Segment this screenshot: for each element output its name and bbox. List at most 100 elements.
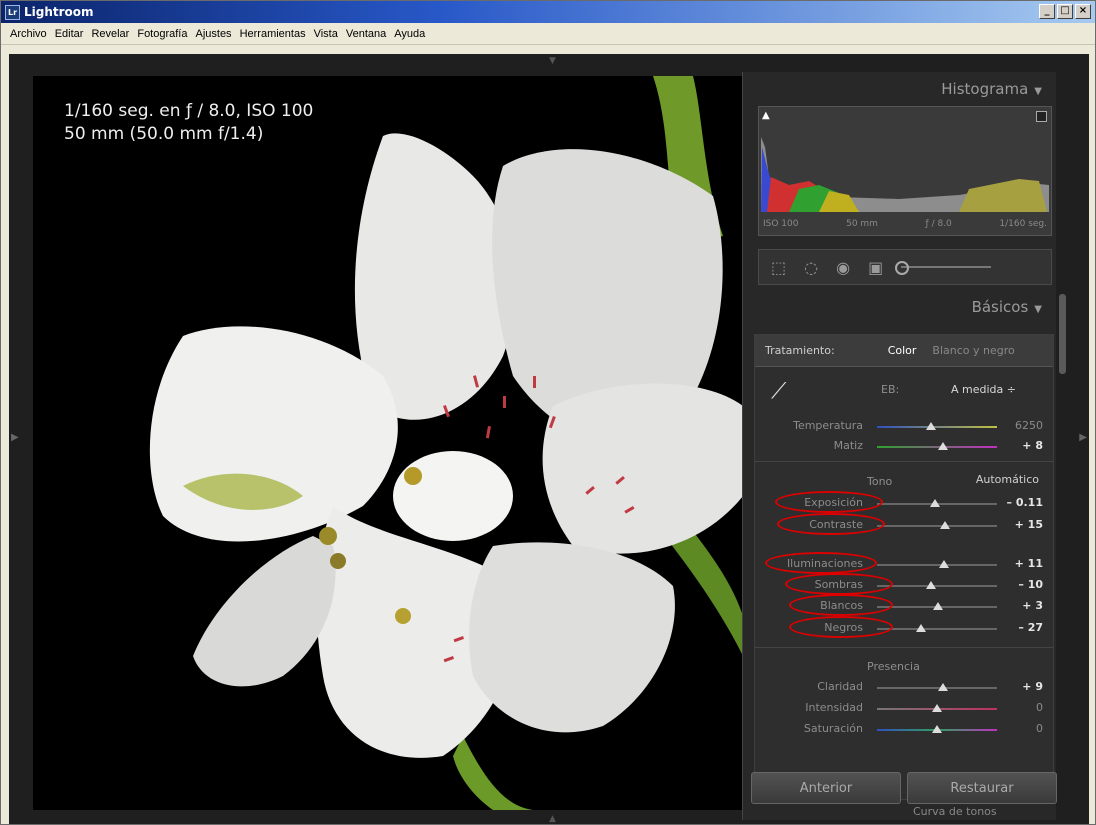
blancos-slider[interactable] [877, 602, 997, 610]
highlight-oval [777, 513, 885, 535]
spot-removal-icon[interactable]: ◌ [804, 258, 818, 277]
eyedropper-icon[interactable]: ⟋ [771, 379, 801, 409]
negros-slider[interactable] [877, 624, 997, 632]
auto-tone-button[interactable]: Automático [976, 473, 1039, 486]
blancos-value[interactable]: + 3 [1022, 599, 1043, 612]
iluminaciones-value[interactable]: + 11 [1015, 557, 1043, 570]
sombras-value[interactable]: – 10 [1018, 578, 1043, 591]
temperatura-label: Temperatura [793, 419, 863, 432]
basic-title: Básicos [971, 298, 1029, 316]
presencia-label: Presencia [867, 660, 920, 673]
contraste-value[interactable]: + 15 [1015, 518, 1043, 531]
right-panel-toggle-icon[interactable]: ▶ [1079, 432, 1087, 443]
basic-header[interactable]: Básicos ▼ [972, 298, 1042, 316]
claridad-knob[interactable] [938, 683, 948, 691]
histogram-header[interactable]: Histograma ▼ [941, 80, 1042, 98]
intensidad-slider[interactable] [877, 704, 997, 712]
contraste-slider[interactable] [877, 521, 997, 529]
saturacion-knob[interactable] [932, 725, 942, 733]
restaurar-button[interactable]: Restaurar [907, 772, 1057, 804]
bottom-panel-toggle-icon[interactable]: ▲ [549, 814, 556, 824]
shadow-clipping-icon[interactable]: ▲ [762, 111, 773, 122]
exif-overlay: 1/160 seg. en ƒ / 8.0, ISO 100 50 mm (50… [64, 100, 313, 146]
treatment-row: Tratamiento: Color Blanco y negro [755, 335, 1053, 367]
maximize-button[interactable]: □ [1057, 4, 1073, 19]
intensidad-label: Intensidad [805, 701, 863, 714]
bottom-buttons: Anterior Restaurar [751, 772, 1057, 804]
photo-preview[interactable]: 1/160 seg. en ƒ / 8.0, ISO 100 50 mm (50… [33, 76, 743, 810]
iluminaciones-knob[interactable] [939, 560, 950, 568]
menu-herramientas[interactable]: Herramientas [236, 28, 310, 40]
collapse-triangle-icon[interactable]: ▼ [1034, 304, 1042, 315]
temperatura-value[interactable]: 6250 [1015, 419, 1043, 432]
histogram-shutter: 1/160 seg. [999, 219, 1047, 229]
develop-workspace: ▼ ▲ ▶ ▶ 1/160 seg. en ƒ / 8.0, ISO 100 5… [9, 54, 1089, 824]
menu-ventana[interactable]: Ventana [342, 28, 390, 40]
menu-ayuda[interactable]: Ayuda [390, 28, 429, 40]
negros-value[interactable]: – 27 [1018, 621, 1043, 634]
tono-label: Tono [867, 475, 893, 488]
highlight-oval [775, 491, 883, 513]
panel-scrollbar[interactable] [1059, 294, 1066, 374]
matiz-knob[interactable] [938, 442, 948, 450]
intensidad-row: Intensidad 0 [755, 699, 1053, 719]
blancos-knob[interactable] [933, 602, 944, 610]
red-eye-icon[interactable]: ◉ [836, 258, 850, 277]
exposicion-knob[interactable] [929, 499, 940, 507]
title-bar[interactable]: Lr Lightroom _ □ × [1, 1, 1095, 23]
exif-exposure-line: 1/160 seg. en ƒ / 8.0, ISO 100 [64, 101, 314, 121]
histogram-info: ISO 100 50 mm ƒ / 8.0 1/160 seg. [763, 219, 1047, 229]
temperatura-slider[interactable] [877, 422, 997, 430]
sombras-slider[interactable] [877, 581, 997, 589]
app-window: Lr Lightroom _ □ × Archivo Editar Revela… [0, 0, 1096, 825]
highlight-oval [789, 616, 893, 638]
sombras-knob[interactable] [926, 581, 936, 589]
treatment-color-button[interactable]: Color [888, 344, 917, 357]
wb-label: EB: [881, 383, 900, 396]
menu-revelar[interactable]: Revelar [87, 28, 133, 40]
exposicion-value[interactable]: – 0.11 [1007, 496, 1043, 509]
histogram-graph [761, 137, 1049, 212]
menu-ajustes[interactable]: Ajustes [191, 28, 235, 40]
highlight-clipping-icon[interactable] [1036, 111, 1047, 122]
anterior-button[interactable]: Anterior [751, 772, 901, 804]
close-button[interactable]: × [1075, 4, 1091, 19]
highlight-oval [789, 594, 893, 616]
temperatura-row: Temperatura 6250 [755, 417, 1053, 437]
collapse-triangle-icon[interactable]: ▼ [1034, 86, 1042, 97]
graduated-filter-icon[interactable]: ▣ [868, 258, 883, 277]
claridad-slider[interactable] [877, 683, 997, 691]
treatment-bw-button[interactable]: Blanco y negro [932, 344, 1014, 357]
divider [755, 461, 1053, 462]
menu-vista[interactable]: Vista [310, 28, 342, 40]
menu-archivo[interactable]: Archivo [6, 28, 51, 40]
intensidad-knob[interactable] [932, 704, 942, 712]
claridad-value[interactable]: + 9 [1022, 680, 1043, 693]
flower-image [149, 76, 743, 810]
contraste-knob[interactable] [940, 521, 951, 529]
matiz-row: Matiz + 8 [755, 437, 1053, 457]
iluminaciones-slider[interactable] [877, 560, 997, 568]
intensidad-value[interactable]: 0 [1036, 701, 1043, 714]
top-panel-toggle-icon[interactable]: ▼ [549, 56, 556, 66]
menu-fotografia[interactable]: Fotografía [133, 28, 191, 40]
menu-bar: Archivo Editar Revelar Fotografía Ajuste… [1, 23, 1095, 45]
negros-knob[interactable] [916, 624, 927, 632]
histogram[interactable]: ▲ ISO 100 50 mm ƒ / 8.0 1/160 seg. [758, 106, 1052, 236]
adjustment-brush-icon[interactable] [895, 261, 992, 275]
matiz-slider[interactable] [877, 442, 997, 450]
crop-grid-icon[interactable]: ⬚ [771, 258, 786, 277]
exposicion-slider[interactable] [877, 499, 997, 507]
menu-editar[interactable]: Editar [51, 28, 88, 40]
saturacion-value[interactable]: 0 [1036, 722, 1043, 735]
temperatura-knob[interactable] [926, 422, 936, 430]
curvas-header[interactable]: Curva de tonos [763, 805, 1053, 815]
left-panel-toggle-icon[interactable]: ▶ [11, 432, 19, 443]
wb-select[interactable]: A medida ÷ [951, 383, 1016, 396]
minimize-button[interactable]: _ [1039, 4, 1055, 19]
saturacion-slider[interactable] [877, 725, 997, 733]
lightroom-icon: Lr [5, 4, 20, 20]
matiz-value[interactable]: + 8 [1022, 439, 1043, 452]
curvas-title: Curva de tonos [913, 805, 997, 815]
saturacion-label: Saturación [803, 722, 863, 735]
